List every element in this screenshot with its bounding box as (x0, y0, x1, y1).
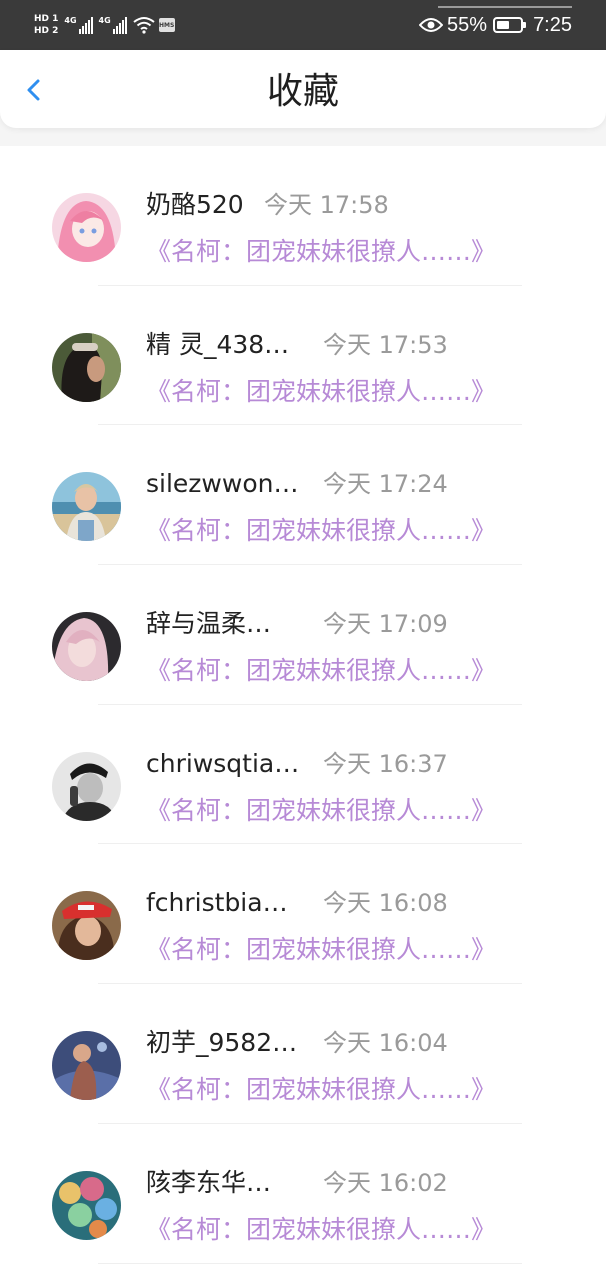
status-bar: HD 1 HD 2 4G 4G HMS 55% 7:25 (0, 0, 606, 50)
item-snippet[interactable]: 《名柯：团宠妹妹很撩人……》 (146, 935, 496, 965)
item-username: 精 灵_438… (146, 329, 290, 359)
item-username: 奶酪520 (146, 190, 244, 219)
avatar[interactable] (52, 472, 121, 542)
item-time: 今天 17:24 (323, 470, 448, 499)
clock: 7:25 (533, 13, 572, 36)
signal-icon: 4G (99, 16, 127, 34)
list-item[interactable]: fchristbia… 今天 16:08 《名柯：团宠妹妹很撩人……》 (0, 844, 606, 985)
item-snippet[interactable]: 《名柯：团宠妹妹很撩人……》 (146, 377, 496, 407)
eye-icon (419, 18, 444, 32)
avatar[interactable] (52, 1031, 121, 1101)
item-username: silezwwon… (146, 469, 299, 499)
avatar[interactable] (52, 1170, 121, 1240)
avatar[interactable] (52, 612, 121, 682)
list-item[interactable]: 辞与温柔… 今天 17:09 《名柯：团宠妹妹很撩人……》 (0, 565, 606, 705)
list-item[interactable]: 陔李东华… 今天 16:02 《名柯：团宠妹妹很撩人……》 (0, 1124, 606, 1264)
sim-indicators: HD 1 HD 2 (34, 13, 58, 37)
item-snippet[interactable]: 《名柯：团宠妹妹很撩人……》 (146, 796, 496, 826)
signal-icon: 4G (64, 16, 93, 34)
sim1-label: HD 1 (34, 14, 59, 24)
wifi-icon (133, 17, 155, 34)
divider (98, 1262, 522, 1264)
item-snippet[interactable]: 《名柯：团宠妹妹很撩人……》 (146, 516, 496, 546)
hms-icon: HMS (158, 18, 175, 32)
item-snippet[interactable]: 《名柯：团宠妹妹很撩人……》 (146, 1075, 496, 1105)
item-time: 今天 17:58 (264, 191, 389, 219)
status-bar-right: 55% 7:25 (419, 8, 572, 42)
battery-percent: 55% (447, 13, 488, 36)
list-item[interactable]: 奶酪520 今天 17:58 《名柯：团宠妹妹很撩人……》 (0, 146, 606, 286)
item-username: 初芋_9582… (146, 1028, 298, 1058)
item-snippet[interactable]: 《名柯：团宠妹妹很撩人……》 (146, 1215, 496, 1245)
item-username: 陔李东华… (146, 1167, 272, 1197)
battery-icon (493, 17, 527, 33)
network-type-label: 4G (98, 16, 111, 25)
battery-fill (497, 21, 510, 29)
item-time: 今天 16:02 (323, 1168, 448, 1197)
avatar[interactable] (52, 891, 121, 961)
avatar[interactable] (52, 332, 121, 402)
item-username: 辞与温柔… (146, 609, 272, 639)
item-time: 今天 16:37 (323, 749, 448, 778)
sim2-label: HD 2 (34, 26, 59, 36)
item-snippet[interactable]: 《名柯：团宠妹妹很撩人……》 (146, 656, 496, 686)
favorites-list: 奶酪520 今天 17:58 《名柯：团宠妹妹很撩人……》 精 灵_438… 今… (0, 146, 606, 1280)
header-bar: 收藏 (0, 50, 606, 128)
list-item[interactable]: chriwsqtia… 今天 16:37 《名柯：团宠妹妹很撩人……》 (0, 705, 606, 845)
item-time: 今天 16:08 (323, 889, 448, 918)
item-time: 今天 17:53 (323, 330, 448, 359)
list-item[interactable]: 精 灵_438… 今天 17:53 《名柯：团宠妹妹很撩人……》 (0, 286, 606, 426)
network-type-label: 4G (64, 16, 77, 25)
item-time: 今天 17:09 (323, 610, 448, 639)
page-title: 收藏 (266, 71, 339, 112)
list-item[interactable]: silezwwon… 今天 17:24 《名柯：团宠妹妹很撩人……》 (0, 425, 606, 566)
avatar[interactable] (52, 751, 121, 821)
list-item[interactable]: 初芋_9582… 今天 16:04 《名柯：团宠妹妹很撩人……》 (0, 984, 606, 1124)
item-username: fchristbia… (146, 888, 288, 918)
item-snippet[interactable]: 《名柯：团宠妹妹很撩人……》 (146, 237, 496, 267)
status-bar-left: HD 1 HD 2 4G 4G HMS (34, 8, 175, 42)
item-username: chriwsqtia… (146, 748, 300, 778)
item-time: 今天 16:04 (323, 1029, 448, 1058)
avatar[interactable] (52, 193, 121, 262)
